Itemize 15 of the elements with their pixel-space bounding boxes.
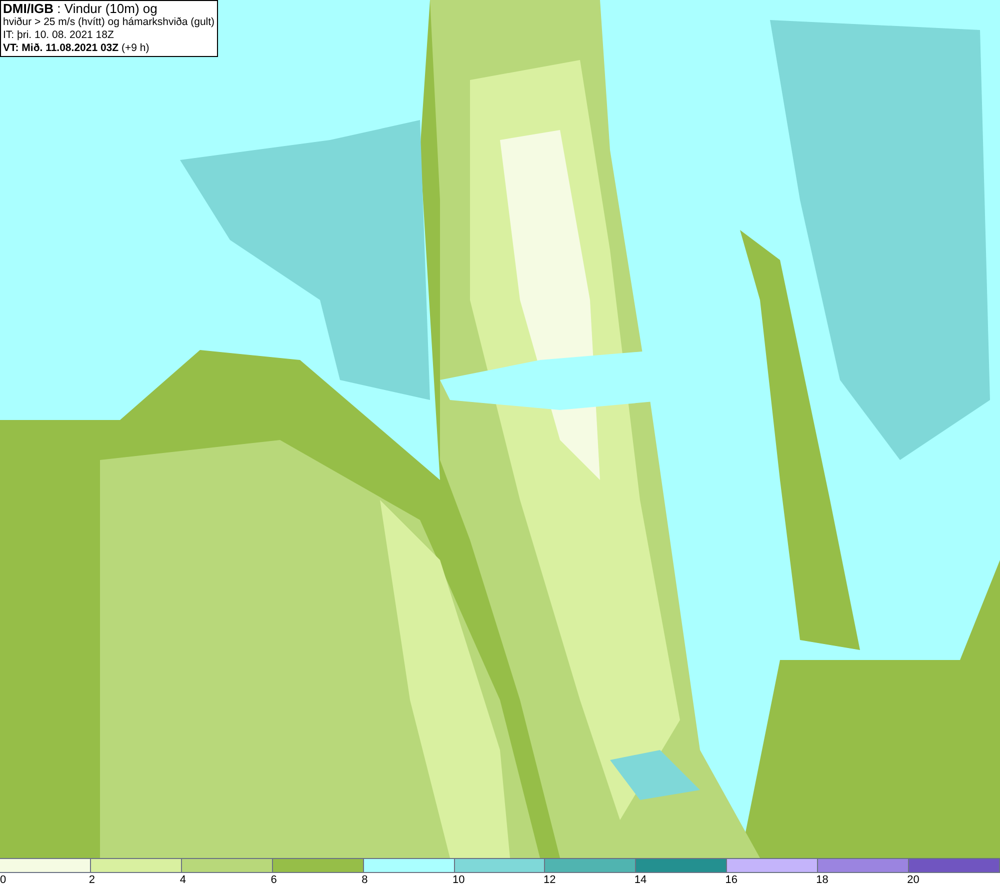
info-text: IT: þri. 10. 08. 2021 18Z: [3, 29, 115, 42]
legend-label: 0: [0, 873, 6, 887]
legend-label: 2: [88, 873, 96, 887]
legend-label: 6: [270, 873, 277, 887]
legend-label: 14: [634, 873, 647, 887]
legend-label: 8: [362, 873, 368, 887]
info-text: DMI/IGB : Vindur (10m) og: [3, 2, 158, 16]
info-text: VT: Mið. 11.08.2021 03Z (+9 h): [3, 42, 150, 55]
legend-label: 20: [907, 873, 920, 887]
legend-label: 10: [452, 873, 465, 887]
legend-label: 12: [543, 873, 556, 887]
info-text: hviður > 25 m/s (hvítt) og hámarkshviða (gult): [3, 16, 215, 29]
legend-label: 4: [180, 873, 186, 887]
legend-label: 16: [725, 873, 738, 887]
legend-label: 18: [816, 873, 828, 887]
